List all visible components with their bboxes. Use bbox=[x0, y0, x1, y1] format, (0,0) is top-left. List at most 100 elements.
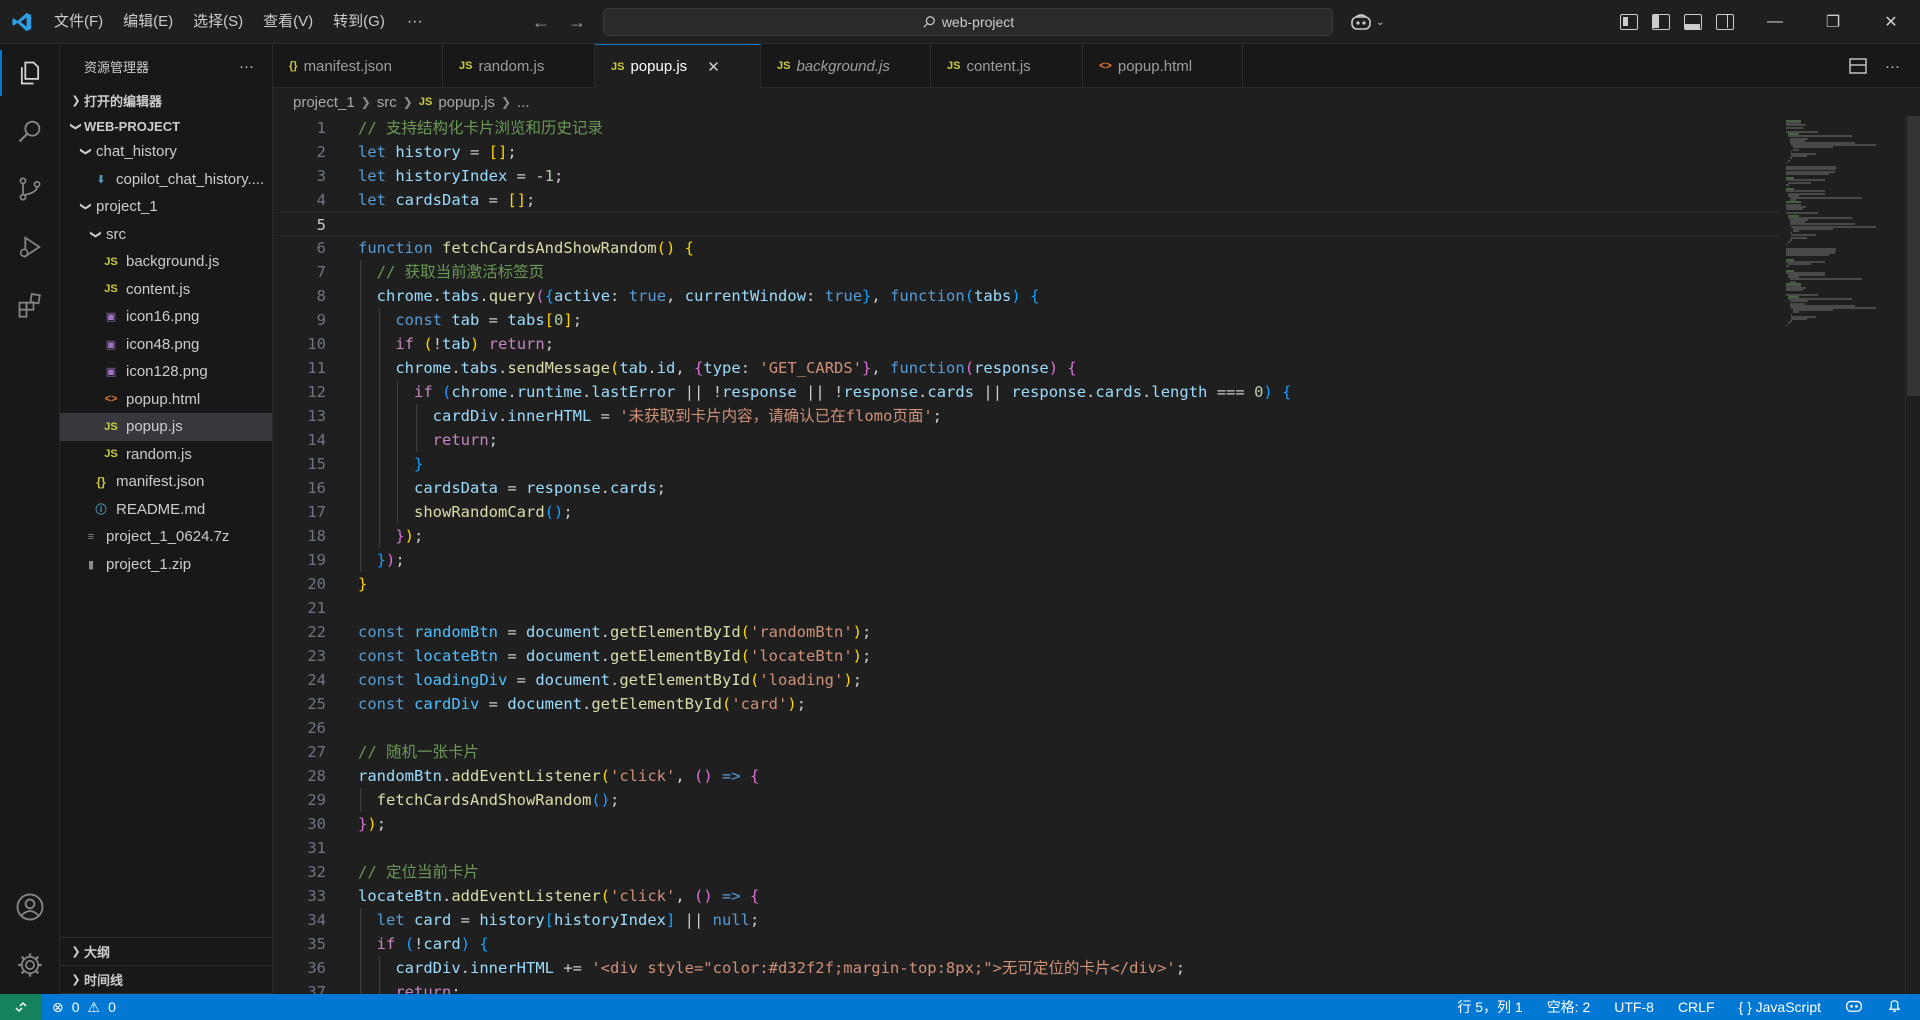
explorer-view-button[interactable] bbox=[0, 44, 60, 102]
file-item[interactable]: <> popup.html bbox=[60, 386, 272, 414]
tab-label: manifest.json bbox=[303, 57, 392, 75]
forward-arrow-icon[interactable]: → bbox=[566, 12, 588, 33]
encoding[interactable]: UTF-8 bbox=[1614, 999, 1654, 1015]
folder-item[interactable]: ❯ project_1 bbox=[60, 193, 272, 221]
close-window-icon[interactable]: ✕ bbox=[1862, 0, 1920, 44]
file-item[interactable]: ▣ icon48.png bbox=[60, 331, 272, 359]
file-item[interactable]: JS content.js bbox=[60, 276, 272, 304]
language-mode[interactable]: { } JavaScript bbox=[1739, 999, 1822, 1015]
line-number: 35 bbox=[307, 935, 326, 953]
window-controls: — ❐ ✕ bbox=[1746, 0, 1920, 44]
split-editor-icon[interactable] bbox=[1849, 58, 1867, 74]
run-debug-icon bbox=[19, 236, 41, 258]
folder-item[interactable]: ❯ chat_history bbox=[60, 138, 272, 166]
code-line: 27 // 随机一张卡片 bbox=[273, 740, 1780, 764]
line-number: 19 bbox=[307, 551, 326, 569]
toggle-secondary-sidebar-icon[interactable] bbox=[1716, 14, 1734, 30]
error-icon: ⊗ bbox=[52, 998, 64, 1015]
line-number: 3 bbox=[316, 167, 326, 185]
copilot-status-icon[interactable] bbox=[1845, 998, 1863, 1016]
menu-more-button[interactable]: ··· bbox=[395, 13, 435, 31]
line-number: 2 bbox=[316, 143, 326, 161]
breadcrumb-item[interactable]: popup.js bbox=[438, 94, 495, 111]
chevron-down-icon: ❯ bbox=[69, 121, 82, 131]
end-of-line[interactable]: CRLF bbox=[1678, 999, 1715, 1015]
timeline-section[interactable]: ❯ 时间线 bbox=[60, 966, 273, 994]
line-number: 16 bbox=[307, 479, 326, 497]
remote-indicator-button[interactable] bbox=[0, 994, 42, 1020]
title-bar: 文件(F) 编辑(E) 选择(S) 查看(V) 转到(G) ··· ← → we… bbox=[0, 0, 1920, 44]
run-debug-view-button[interactable] bbox=[0, 218, 60, 276]
minimap[interactable] bbox=[1780, 116, 1905, 994]
cursor-position[interactable]: 行 5，列 1 bbox=[1457, 997, 1522, 1017]
search-view-button[interactable] bbox=[0, 102, 60, 160]
archive-file-icon: ≡ bbox=[87, 530, 95, 543]
tree-item-label: README.md bbox=[116, 500, 206, 518]
menu-edit[interactable]: 编辑(E) bbox=[113, 0, 183, 44]
file-item[interactable]: {} manifest.json bbox=[60, 468, 272, 496]
minimap-line bbox=[1791, 318, 1807, 320]
line-number: 4 bbox=[316, 191, 326, 209]
line-code: locateBtn.addEventListener('click', () =… bbox=[358, 887, 760, 905]
tab-manifest-json[interactable]: {} manifest.json bbox=[273, 44, 443, 88]
file-item[interactable]: ⬇ copilot_chat_history.... bbox=[60, 166, 272, 194]
menu-file[interactable]: 文件(F) bbox=[44, 0, 113, 44]
minimap-line bbox=[1787, 263, 1812, 265]
workspace-section[interactable]: ❯ WEB-PROJECT bbox=[60, 114, 272, 138]
code-line: 11 chrome.tabs.sendMessage(tab.id, {type… bbox=[273, 356, 1780, 380]
accounts-button[interactable] bbox=[0, 878, 60, 936]
code-editor[interactable]: 1 // 支持结构化卡片浏览和历史记录 2 let history = []; 3 let… bbox=[273, 116, 1780, 994]
problems-indicator[interactable]: ⊗ 0 ⚠ 0 bbox=[42, 999, 116, 1016]
file-item[interactable]: ▣ icon16.png bbox=[60, 303, 272, 331]
file-item[interactable]: ▣ icon128.png bbox=[60, 358, 272, 386]
source-control-view-button[interactable] bbox=[0, 160, 60, 218]
editor-actions: ··· bbox=[1849, 44, 1920, 88]
open-editors-section[interactable]: ❯ 打开的编辑器 bbox=[60, 88, 272, 112]
file-item[interactable]: ≡ project_1_0624.7z bbox=[60, 523, 272, 551]
line-code: cardDiv.innerHTML += '<div style="color:… bbox=[395, 959, 1186, 977]
back-arrow-icon[interactable]: ← bbox=[530, 12, 552, 33]
close-icon[interactable]: ✕ bbox=[707, 58, 720, 76]
explorer-more-button[interactable]: ··· bbox=[239, 58, 254, 75]
customize-layout-icon[interactable] bbox=[1620, 14, 1638, 30]
tree-item-label: icon48.png bbox=[126, 335, 200, 353]
file-item[interactable]: ▮ project_1.zip bbox=[60, 551, 272, 579]
file-item[interactable]: JS popup.js bbox=[60, 413, 272, 441]
tab-popup-js[interactable]: JS popup.js ✕ bbox=[595, 44, 761, 88]
minimap-line bbox=[1787, 159, 1791, 162]
scrollbar-thumb[interactable] bbox=[1907, 116, 1920, 396]
menu-view[interactable]: 查看(V) bbox=[253, 0, 323, 44]
outline-section[interactable]: ❯ 大纲 bbox=[60, 938, 273, 966]
copilot-button[interactable]: ⌄ bbox=[1350, 10, 1384, 34]
toggle-panel-icon[interactable] bbox=[1684, 14, 1702, 30]
command-center-search[interactable]: web-project bbox=[603, 8, 1333, 36]
tab-popup-html[interactable]: <> popup.html bbox=[1083, 44, 1243, 88]
tab-background-js[interactable]: JS background.js bbox=[761, 44, 931, 88]
breadcrumb-item[interactable]: project_1 bbox=[293, 94, 355, 111]
minimap-line bbox=[1791, 155, 1807, 158]
tree-item-label: popup.js bbox=[126, 418, 183, 436]
tab-random-js[interactable]: JS random.js bbox=[443, 44, 595, 88]
manage-button[interactable] bbox=[0, 936, 60, 994]
breadcrumb-item[interactable]: ... bbox=[517, 94, 530, 111]
line-code: chrome.tabs.sendMessage(tab.id, {type: '… bbox=[395, 359, 1077, 377]
indentation[interactable]: 空格: 2 bbox=[1547, 997, 1591, 1017]
breadcrumb-item[interactable]: src bbox=[377, 94, 397, 111]
tab-content-js[interactable]: JS content.js bbox=[931, 44, 1083, 88]
restore-icon[interactable]: ❐ bbox=[1804, 0, 1862, 44]
menu-selection[interactable]: 选择(S) bbox=[183, 0, 253, 44]
minimize-icon[interactable]: — bbox=[1746, 0, 1804, 44]
code-line: 34 let card = history[historyIndex] || n… bbox=[273, 908, 1780, 932]
code-line: 37 return; bbox=[273, 980, 1780, 994]
notifications-bell-icon[interactable] bbox=[1887, 998, 1902, 1016]
file-item[interactable]: ⓘ README.md bbox=[60, 496, 272, 524]
file-item[interactable]: JS random.js bbox=[60, 441, 272, 469]
menu-go[interactable]: 转到(G) bbox=[323, 0, 395, 44]
extensions-view-button[interactable] bbox=[0, 276, 60, 334]
toggle-primary-sidebar-icon[interactable] bbox=[1652, 14, 1670, 30]
editor-more-button[interactable]: ··· bbox=[1885, 58, 1900, 75]
editor-scrollbar[interactable] bbox=[1905, 116, 1920, 994]
file-item[interactable]: JS background.js bbox=[60, 248, 272, 276]
code-line: 2 let history = []; bbox=[273, 140, 1780, 164]
folder-item[interactable]: ❯ src bbox=[60, 221, 272, 249]
